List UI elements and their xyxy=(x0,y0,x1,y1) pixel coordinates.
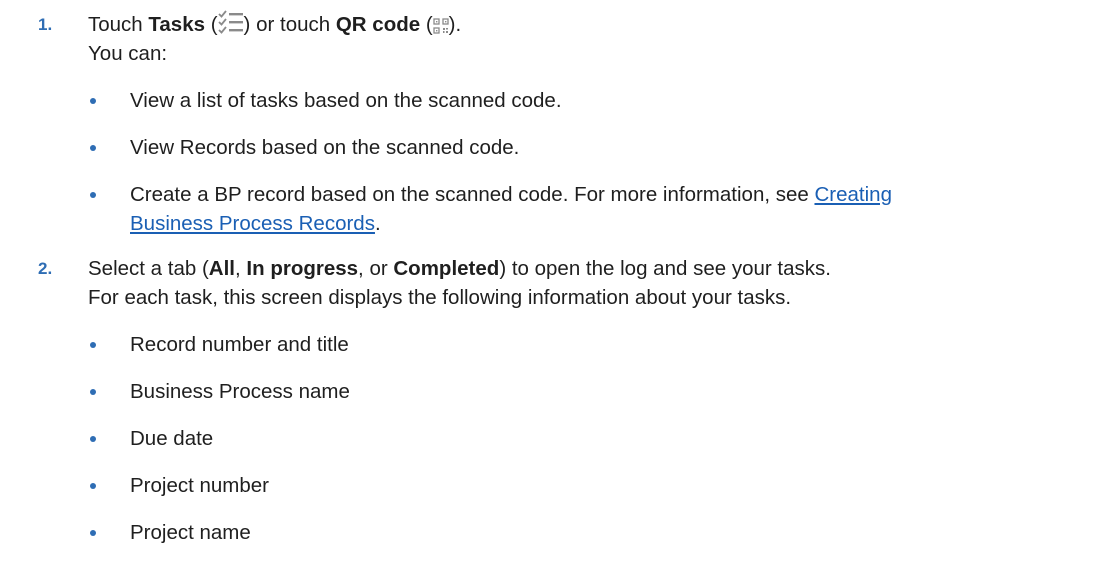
bullet-dot xyxy=(90,98,96,104)
bullet-dot xyxy=(90,436,96,442)
step-number: 1. xyxy=(38,15,53,34)
document: 1. Touch Tasks ( ) or touch QR code ().… xyxy=(0,0,1110,569)
step-2-instruction: Select a tab (All, In progress, or Compl… xyxy=(88,257,831,280)
qr-code-label: QR code xyxy=(335,13,421,36)
step-number: 2. xyxy=(38,259,53,278)
tasks-checklist-icon xyxy=(217,10,244,42)
bullet-dot xyxy=(90,483,96,489)
step-1-subtext: You can: xyxy=(88,42,168,65)
bullet-dot xyxy=(90,389,96,395)
bullet-dot xyxy=(90,192,96,198)
tab-completed-label: Completed xyxy=(393,257,500,280)
qr-code-icon xyxy=(433,13,449,42)
tasks-label: Tasks xyxy=(148,13,206,36)
tab-all-label: All xyxy=(208,257,235,280)
step-1-instruction: Touch Tasks ( ) or touch QR code (). xyxy=(88,10,461,42)
bullet-dot xyxy=(90,342,96,348)
bullet-dot xyxy=(90,530,96,536)
bullet-dot xyxy=(90,145,96,151)
tab-in-progress-label: In progress xyxy=(246,257,359,280)
step-2-subtext: For each task, this screen displays the … xyxy=(88,286,792,309)
